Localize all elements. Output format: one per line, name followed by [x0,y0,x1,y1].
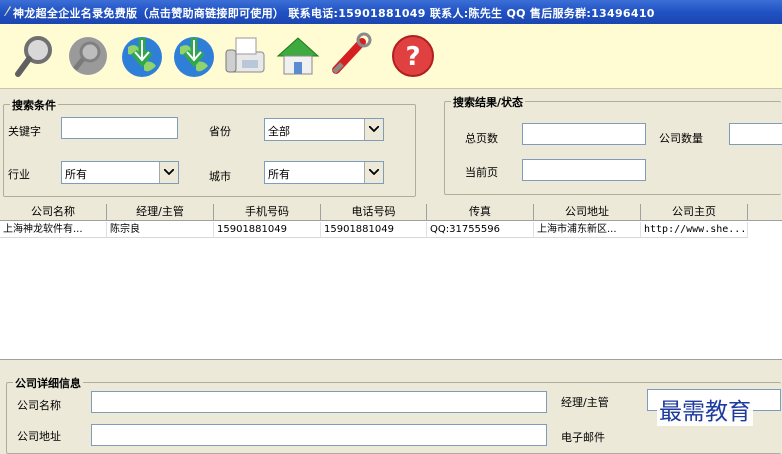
column-header[interactable]: 传真 [427,204,534,221]
app-icon [4,6,11,16]
toolbar: ? [0,24,782,89]
company-count-field[interactable] [729,123,782,145]
table-cell[interactable]: 15901881049 [214,222,321,238]
company-detail-legend: 公司详细信息 [13,375,83,391]
province-value: 全部 [268,125,290,138]
column-header[interactable]: 公司地址 [534,204,641,221]
table-cell[interactable]: 上海神龙软件有... [0,222,107,238]
settings-wrench-icon[interactable] [326,32,374,80]
email-label: 电子邮件 [561,431,605,444]
globe-export-icon[interactable] [170,32,218,80]
province-label: 省份 [209,125,231,138]
column-header-filler [748,204,782,221]
industry-value: 所有 [65,168,87,181]
industry-select[interactable]: 所有 [61,161,179,184]
chevron-down-icon[interactable] [159,162,178,183]
column-header[interactable]: 公司主页 [641,204,748,221]
window-title: 神龙超全企业名录免费版（点击赞助商链接即可使用） 联系电话:1590188104… [13,7,655,20]
keyword-input[interactable] [61,117,178,139]
company-name-field[interactable] [91,391,547,413]
column-header[interactable]: 公司名称 [0,204,107,221]
province-select[interactable]: 全部 [264,118,384,141]
home-icon[interactable] [274,32,322,80]
current-page-label: 当前页 [465,166,498,179]
table-cell[interactable]: QQ:31755596 [427,222,534,238]
help-icon[interactable]: ? [389,32,437,80]
search-results-group: 搜索结果/状态 总页数 公司数量 当前页 [444,94,782,195]
chevron-down-icon[interactable] [364,119,383,140]
column-header[interactable]: 手机号码 [214,204,321,221]
results-table[interactable]: 公司名称 经理/主管 手机号码 电话号码 传真 公司地址 公司主页 上海神龙软件… [0,204,782,360]
table-cell[interactable]: 15901881049 [321,222,427,238]
search-icon[interactable] [12,32,60,80]
disabled-search-icon[interactable] [63,32,111,80]
table-cell[interactable]: 陈宗良 [107,222,214,238]
table-cell[interactable]: 上海市浦东新区... [534,222,641,238]
column-header[interactable]: 电话号码 [321,204,427,221]
globe-download-icon[interactable] [118,32,166,80]
chevron-down-icon[interactable] [364,162,383,183]
company-address-field[interactable] [91,424,547,446]
company-address-label: 公司地址 [17,430,61,443]
city-select[interactable]: 所有 [264,161,384,184]
company-name-label: 公司名称 [17,399,61,412]
svg-text:?: ? [405,42,420,72]
fax-icon[interactable] [222,32,270,80]
industry-label: 行业 [8,168,30,181]
total-pages-field[interactable] [522,123,646,145]
search-results-legend: 搜索结果/状态 [451,94,526,110]
watermark-text: 最需教育 [657,392,753,426]
city-value: 所有 [268,168,290,181]
total-pages-label: 总页数 [465,132,498,145]
manager-label: 经理/主管 [561,396,609,409]
title-bar: 神龙超全企业名录免费版（点击赞助商链接即可使用） 联系电话:1590188104… [0,0,782,24]
search-conditions-group: 搜索条件 关键字 省份 全部 行业 所有 城市 所有 [3,97,416,197]
table-cell[interactable]: http://www.she... [641,222,748,238]
company-count-label: 公司数量 [659,132,703,145]
keyword-label: 关键字 [8,125,41,138]
city-label: 城市 [209,170,231,183]
search-conditions-legend: 搜索条件 [10,97,58,113]
column-header[interactable]: 经理/主管 [107,204,214,221]
current-page-field[interactable] [522,159,646,181]
